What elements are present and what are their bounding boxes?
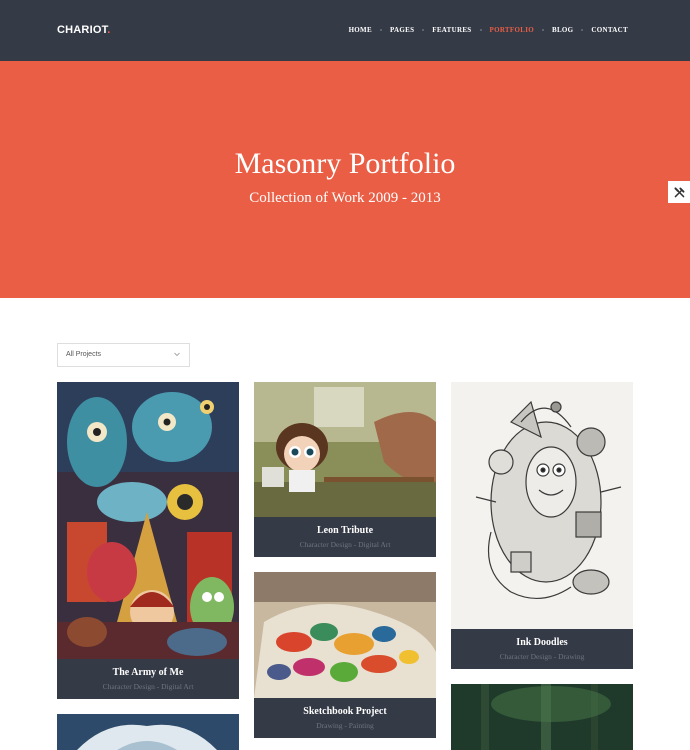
brand-logo[interactable]: CHARIOT. <box>57 24 111 36</box>
project-title[interactable]: The Army of Me <box>57 667 239 678</box>
project-thumbnail[interactable] <box>57 714 239 750</box>
nav-separator <box>541 29 544 31</box>
project-thumbnail[interactable] <box>254 572 436 698</box>
nav-blog[interactable]: BLOG <box>552 26 573 34</box>
project-caption: The Army of Me Character Design - Digita… <box>57 659 239 699</box>
main-nav: HOME PAGES FEATURES PORTFOLIO BLOG CONTA… <box>349 26 628 34</box>
portfolio-item-ink-doodles[interactable]: Ink Doodles Character Design - Drawing <box>451 382 633 669</box>
portfolio-item-partial[interactable] <box>451 684 633 750</box>
nav-separator <box>479 29 482 31</box>
tools-icon <box>673 186 684 197</box>
project-category: Character Design - Digital Art <box>299 540 391 549</box>
project-caption: Ink Doodles Character Design - Drawing <box>451 629 633 669</box>
nav-separator <box>422 29 425 31</box>
project-caption: Leon Tribute Character Design - Digital … <box>254 517 436 557</box>
project-title[interactable]: Ink Doodles <box>451 637 633 648</box>
project-thumbnail[interactable] <box>451 684 633 750</box>
page-hero: Masonry Portfolio Collection of Work 200… <box>0 61 690 298</box>
project-thumbnail[interactable] <box>254 382 436 517</box>
nav-contact[interactable]: CONTACT <box>591 26 628 34</box>
project-category: Drawing - Painting <box>316 721 374 730</box>
project-category: Character Design - Drawing <box>499 652 585 661</box>
project-category: Character Design - Digital Art <box>102 682 194 691</box>
nav-pages[interactable]: PAGES <box>390 26 414 34</box>
nav-separator <box>379 29 382 31</box>
portfolio-item-partial[interactable] <box>57 714 239 750</box>
site-header: CHARIOT. HOME PAGES FEATURES PORTFOLIO B… <box>0 0 690 61</box>
nav-portfolio[interactable]: PORTFOLIO <box>490 26 534 34</box>
project-title[interactable]: Leon Tribute <box>254 525 436 536</box>
portfolio-item-sketchbook-project[interactable]: Sketchbook Project Drawing - Painting <box>254 572 436 738</box>
project-filter-select[interactable]: All Projects <box>57 343 190 367</box>
portfolio-item-army-of-me[interactable]: The Army of Me Character Design - Digita… <box>57 382 239 699</box>
project-caption: Sketchbook Project Drawing - Painting <box>254 698 436 738</box>
page-subtitle: Collection of Work 2009 - 2013 <box>249 190 441 206</box>
page-title: Masonry Portfolio <box>234 147 456 180</box>
nav-home[interactable]: HOME <box>349 26 372 34</box>
nav-features[interactable]: FEATURES <box>432 26 471 34</box>
portfolio-item-leon-tribute[interactable]: Leon Tribute Character Design - Digital … <box>254 382 436 557</box>
project-title[interactable]: Sketchbook Project <box>254 706 436 717</box>
project-thumbnail[interactable] <box>57 382 239 659</box>
project-thumbnail[interactable] <box>451 382 633 629</box>
style-switcher-button[interactable] <box>668 181 690 203</box>
nav-separator <box>581 29 584 31</box>
chevron-down-icon <box>174 352 180 357</box>
filter-selected-value: All Projects <box>66 351 102 358</box>
